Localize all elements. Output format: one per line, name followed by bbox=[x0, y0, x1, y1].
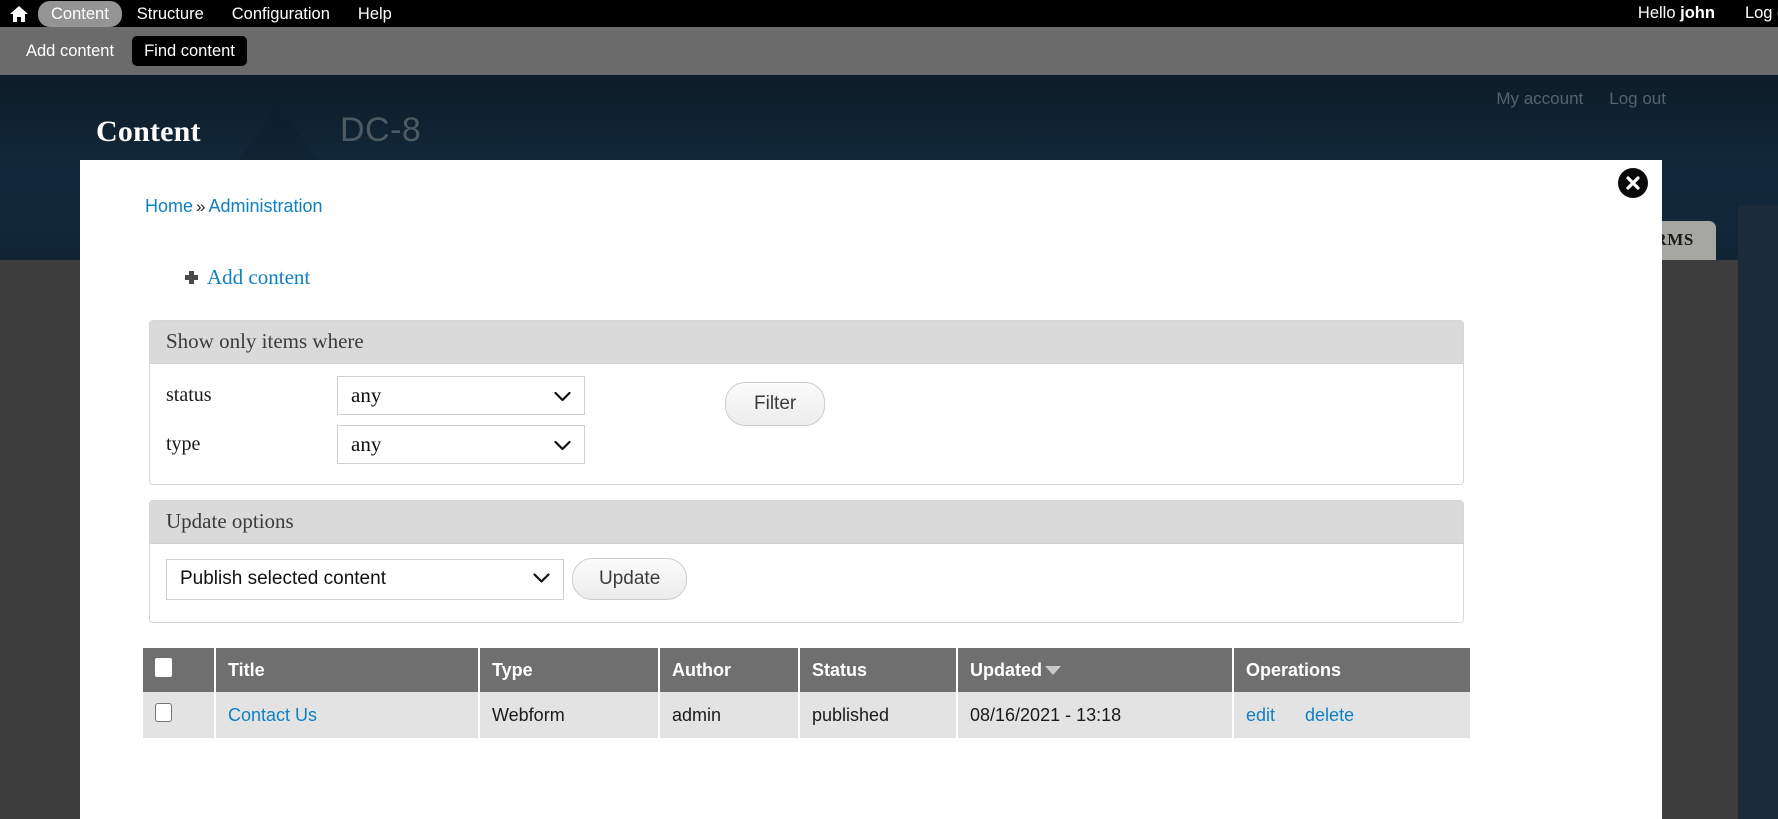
toolbar-item-configuration[interactable]: Configuration bbox=[219, 1, 343, 27]
update-action-value: Publish selected content bbox=[180, 568, 386, 589]
tray-item-label: Find content bbox=[144, 42, 235, 60]
row-select-cell bbox=[143, 692, 216, 740]
table-header-row: Title Type Author Status Updated Operati… bbox=[143, 648, 1470, 692]
column-header-author[interactable]: Author bbox=[659, 648, 800, 692]
greeting-prefix: Hello bbox=[1637, 4, 1681, 22]
add-content-action-link[interactable]: Add content bbox=[185, 265, 310, 290]
toolbar-logout-link[interactable]: Log out bbox=[1745, 4, 1778, 23]
chevron-down-icon bbox=[533, 568, 550, 590]
admin-toolbar: Content Structure Configuration Help Hel… bbox=[0, 0, 1778, 27]
column-header-updated[interactable]: Updated bbox=[957, 648, 1234, 692]
filter-label-type: type bbox=[166, 433, 201, 455]
column-header-type[interactable]: Type bbox=[479, 648, 660, 692]
update-action-select[interactable]: Publish selected content bbox=[166, 558, 564, 600]
row-delete-link[interactable]: delete bbox=[1305, 705, 1354, 725]
page-right-strip bbox=[1738, 205, 1778, 819]
row-updated-cell: 08/16/2021 - 13:18 bbox=[957, 692, 1234, 740]
toolbar-item-label: Configuration bbox=[231, 4, 330, 23]
content-table: Title Type Author Status Updated Operati… bbox=[143, 648, 1470, 740]
toolbar-tray: Add content Find content bbox=[0, 27, 1778, 75]
filter-label-status: status bbox=[166, 384, 212, 406]
filter-body: status any type any Filter bbox=[150, 364, 1463, 484]
toolbar-item-label: Content bbox=[51, 4, 109, 23]
table-head: Title Type Author Status Updated Operati… bbox=[143, 648, 1470, 692]
select-all-checkbox[interactable] bbox=[155, 658, 172, 677]
home-icon[interactable] bbox=[0, 0, 38, 27]
update-row: Publish selected content Update bbox=[166, 558, 1447, 600]
chevron-down-icon bbox=[554, 432, 571, 457]
content-modal-dialog: Home» Administration Add content Show onl… bbox=[80, 160, 1662, 819]
column-header-operations[interactable]: Operations bbox=[1233, 648, 1470, 692]
chevron-down-icon bbox=[554, 383, 571, 408]
toolbar-item-structure[interactable]: Structure bbox=[124, 1, 217, 27]
status-select-value: any bbox=[351, 383, 382, 407]
site-name: DC-8 bbox=[340, 111, 422, 149]
type-select[interactable]: any bbox=[337, 425, 585, 464]
header-logout-link[interactable]: Log out bbox=[1609, 89, 1666, 109]
breadcrumb-home-link[interactable]: Home bbox=[145, 196, 193, 216]
add-content-label: Add content bbox=[207, 265, 311, 289]
breadcrumb-separator: » bbox=[196, 197, 206, 216]
breadcrumb-current-link[interactable]: Administration bbox=[208, 196, 322, 216]
my-account-label: My account bbox=[1496, 89, 1584, 108]
toolbar-user-area: Hello john Log out bbox=[1638, 4, 1778, 23]
filter-row-type: type any bbox=[166, 425, 1447, 464]
row-title-cell: Contact Us bbox=[215, 692, 480, 740]
type-select-value: any bbox=[351, 432, 382, 456]
toolbar-item-label: Help bbox=[357, 4, 392, 23]
toolbar-item-help[interactable]: Help bbox=[345, 1, 405, 27]
column-header-status[interactable]: Status bbox=[799, 648, 958, 692]
page-root: Content Structure Configuration Help Hel… bbox=[0, 0, 1778, 819]
toolbar-item-content[interactable]: Content bbox=[38, 0, 122, 27]
tray-item-add-content[interactable]: Add content bbox=[14, 36, 126, 66]
table-row: Contact Us Webform admin published 08/16… bbox=[143, 692, 1470, 740]
toolbar-greeting: Hello john bbox=[1638, 4, 1745, 23]
username: john bbox=[1680, 4, 1715, 22]
update-legend: Update options bbox=[150, 501, 1463, 544]
row-author-cell: admin bbox=[659, 692, 800, 740]
row-title-link[interactable]: Contact Us bbox=[228, 705, 317, 725]
plus-icon bbox=[185, 271, 198, 284]
toolbar-item-label: Structure bbox=[136, 4, 204, 23]
update-options-fieldset: Update options Publish selected content … bbox=[149, 500, 1464, 623]
sort-descending-icon bbox=[1045, 666, 1061, 676]
tray-item-find-content[interactable]: Find content bbox=[132, 36, 247, 66]
status-select[interactable]: any bbox=[337, 376, 585, 415]
column-header-updated-label: Updated bbox=[970, 659, 1042, 680]
close-icon[interactable] bbox=[1618, 168, 1648, 198]
toolbar-logout-label: Log out bbox=[1744, 4, 1778, 22]
tray-item-label: Add content bbox=[26, 42, 115, 60]
select-all-header bbox=[143, 648, 216, 692]
header-user-links: My account Log out bbox=[1496, 89, 1666, 109]
row-operations-cell: edit delete bbox=[1233, 692, 1470, 740]
row-status-cell: published bbox=[799, 692, 958, 740]
row-edit-link[interactable]: edit bbox=[1246, 705, 1275, 725]
column-header-title[interactable]: Title bbox=[215, 648, 480, 692]
header-logout-label: Log out bbox=[1609, 89, 1666, 108]
table-body: Contact Us Webform admin published 08/16… bbox=[143, 692, 1470, 740]
filter-button[interactable]: Filter bbox=[725, 382, 826, 426]
update-button[interactable]: Update bbox=[572, 558, 688, 600]
filter-fieldset: Show only items where status any type an… bbox=[149, 320, 1464, 485]
my-account-link[interactable]: My account bbox=[1496, 89, 1583, 109]
filter-legend: Show only items where bbox=[150, 321, 1463, 364]
breadcrumb: Home» Administration bbox=[145, 196, 323, 217]
update-body: Publish selected content Update bbox=[150, 544, 1463, 622]
modal-inner: Home» Administration Add content Show onl… bbox=[80, 160, 1662, 819]
row-checkbox[interactable] bbox=[155, 703, 172, 722]
row-type-cell: Webform bbox=[479, 692, 660, 740]
page-title: Content bbox=[96, 115, 201, 148]
